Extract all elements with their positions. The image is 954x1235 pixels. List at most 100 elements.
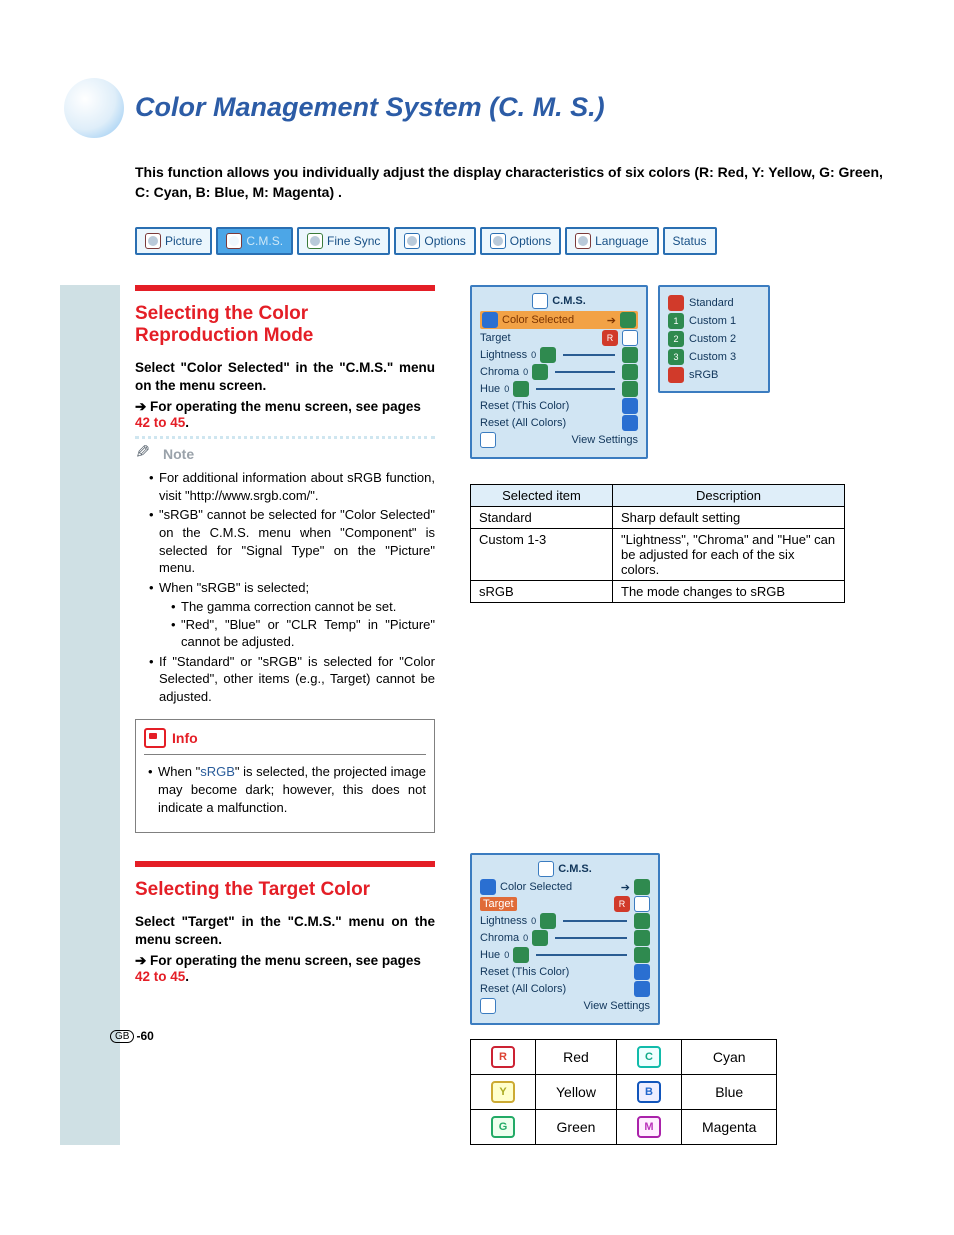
cms-icon bbox=[532, 293, 548, 309]
right-icon bbox=[620, 312, 636, 328]
osd2-row-reset-all[interactable]: Reset (All Colors) bbox=[480, 981, 650, 997]
note-pen-icon bbox=[135, 445, 157, 463]
enter-icon bbox=[634, 964, 650, 980]
page-footer: GB-60 bbox=[110, 1029, 435, 1043]
note-item: For additional information about sRGB fu… bbox=[149, 469, 435, 504]
osd2-row-color-selected[interactable]: Color Selected ➔ bbox=[480, 879, 650, 895]
enter-icon bbox=[480, 879, 496, 895]
note-item: "sRGB" cannot be selected for "Color Sel… bbox=[149, 506, 435, 576]
slider-icon bbox=[563, 354, 615, 356]
swatch-icon: G bbox=[491, 1116, 515, 1138]
tab-picture[interactable]: Picture bbox=[135, 227, 212, 255]
swatch-icon: M bbox=[637, 1116, 661, 1138]
section2-title: Selecting the Target Color bbox=[135, 879, 435, 901]
enter-icon bbox=[622, 398, 638, 414]
view-icon bbox=[480, 432, 496, 448]
desc-header-desc: Description bbox=[613, 485, 845, 507]
swatch-icon: Y bbox=[491, 1081, 515, 1103]
osd2-row-hue[interactable]: Hue0 bbox=[480, 947, 650, 963]
info-item: When "sRGB" is selected, the projected i… bbox=[148, 763, 426, 816]
osd2-row-view-settings[interactable]: View Settings bbox=[480, 998, 650, 1014]
swatch-yellow: Y bbox=[471, 1075, 536, 1110]
enter-icon bbox=[482, 312, 498, 328]
menu-tab-bar: Picture C.M.S. Fine Sync Options Options… bbox=[135, 227, 894, 255]
section-divider bbox=[135, 861, 435, 867]
popup-item-custom3[interactable]: 3Custom 3 bbox=[668, 349, 760, 365]
swatch-red: R bbox=[471, 1040, 536, 1075]
osd-cluster-1: C.M.S. Color Selected ➔ TargetR Lightnes… bbox=[470, 285, 894, 459]
osd-row-target[interactable]: TargetR bbox=[480, 330, 638, 346]
section1-operating: ➔ For operating the menu screen, see pag… bbox=[135, 399, 435, 430]
decorative-circle bbox=[64, 78, 124, 138]
info-icon bbox=[144, 728, 166, 748]
osd-row-view-settings[interactable]: View Settings bbox=[480, 432, 638, 448]
marker-icon bbox=[668, 295, 684, 311]
r-icon: R bbox=[614, 896, 630, 912]
tab-language[interactable]: Language bbox=[565, 227, 658, 255]
osd-popup: Standard 1Custom 1 2Custom 2 3Custom 3 s… bbox=[658, 285, 770, 393]
popup-item-srgb[interactable]: sRGB bbox=[668, 367, 760, 383]
cms-icon bbox=[226, 233, 242, 249]
osd-row-color-selected[interactable]: Color Selected ➔ bbox=[480, 311, 638, 329]
note-item: If "Standard" or "sRGB" is selected for … bbox=[149, 653, 435, 706]
osd2-row-reset-this[interactable]: Reset (This Color) bbox=[480, 964, 650, 980]
swatch-icon: R bbox=[491, 1046, 515, 1068]
note-list: For additional information about sRGB fu… bbox=[149, 469, 435, 705]
swatch-cyan: C bbox=[616, 1040, 681, 1075]
info-box: Info When "sRGB" is selected, the projec… bbox=[135, 719, 435, 833]
note-subitem: The gamma correction cannot be set. bbox=[171, 598, 435, 616]
section2-lead: Select "Target" in the "C.M.S." menu on … bbox=[135, 913, 435, 949]
osd2-row-target[interactable]: TargetR bbox=[480, 896, 650, 912]
marker-icon: 3 bbox=[668, 349, 684, 365]
osd2-row-chroma[interactable]: Chroma0 bbox=[480, 930, 650, 946]
note-header: Note bbox=[135, 445, 435, 463]
options-icon bbox=[404, 233, 420, 249]
r-icon: R bbox=[602, 330, 618, 346]
label-yellow: Yellow bbox=[536, 1075, 617, 1110]
tab-cms[interactable]: C.M.S. bbox=[216, 227, 293, 255]
note-subitem: "Red", "Blue" or "CLR Temp" in "Picture"… bbox=[171, 616, 435, 651]
popup-item-standard[interactable]: Standard bbox=[668, 295, 760, 311]
swatch-magenta: M bbox=[616, 1110, 681, 1145]
section2-operating: ➔ For operating the menu screen, see pag… bbox=[135, 953, 435, 984]
intro-text: This function allows you individually ad… bbox=[135, 163, 894, 202]
osd-row-reset-this[interactable]: Reset (This Color) bbox=[480, 398, 638, 414]
options-icon bbox=[490, 233, 506, 249]
picture-icon bbox=[145, 233, 161, 249]
tab-options-1[interactable]: Options bbox=[394, 227, 475, 255]
srgb-link[interactable]: sRGB bbox=[200, 764, 235, 779]
label-blue: Blue bbox=[681, 1075, 776, 1110]
label-green: Green bbox=[536, 1110, 617, 1145]
language-icon bbox=[575, 233, 591, 249]
finesync-icon bbox=[307, 233, 323, 249]
osd-row-chroma[interactable]: Chroma0 bbox=[480, 364, 638, 380]
swatch-blue: B bbox=[616, 1075, 681, 1110]
osd-row-reset-all[interactable]: Reset (All Colors) bbox=[480, 415, 638, 431]
label-red: Red bbox=[536, 1040, 617, 1075]
dotted-separator bbox=[135, 436, 435, 439]
swatch-icon: C bbox=[637, 1046, 661, 1068]
tab-status[interactable]: Status bbox=[663, 227, 717, 255]
section1-title: Selecting the Color Reproduction Mode bbox=[135, 303, 435, 347]
section1-lead: Select "Color Selected" in the "C.M.S." … bbox=[135, 359, 435, 395]
osd2-row-lightness[interactable]: Lightness0 bbox=[480, 913, 650, 929]
osd-menu-1: C.M.S. Color Selected ➔ TargetR Lightnes… bbox=[470, 285, 648, 459]
osd-row-hue[interactable]: Hue0 bbox=[480, 381, 638, 397]
section-divider bbox=[135, 285, 435, 291]
osd-row-lightness[interactable]: Lightness0 bbox=[480, 347, 638, 363]
view-icon bbox=[480, 998, 496, 1014]
cms-icon bbox=[538, 861, 554, 877]
popup-item-custom2[interactable]: 2Custom 2 bbox=[668, 331, 760, 347]
tab-fine-sync[interactable]: Fine Sync bbox=[297, 227, 390, 255]
note-item: When "sRGB" is selected; The gamma corre… bbox=[149, 579, 435, 651]
enter-icon bbox=[622, 415, 638, 431]
page-title: Color Management System (C. M. S.) bbox=[135, 70, 894, 123]
enter-icon bbox=[634, 981, 650, 997]
left-shade bbox=[60, 285, 120, 1145]
osd-menu-2: C.M.S. Color Selected ➔ TargetR Lightnes… bbox=[470, 853, 660, 1025]
swatch-green: G bbox=[471, 1110, 536, 1145]
popup-item-custom1[interactable]: 1Custom 1 bbox=[668, 313, 760, 329]
marker-icon bbox=[668, 367, 684, 383]
desc-header-item: Selected item bbox=[471, 485, 613, 507]
tab-options-2[interactable]: Options bbox=[480, 227, 561, 255]
